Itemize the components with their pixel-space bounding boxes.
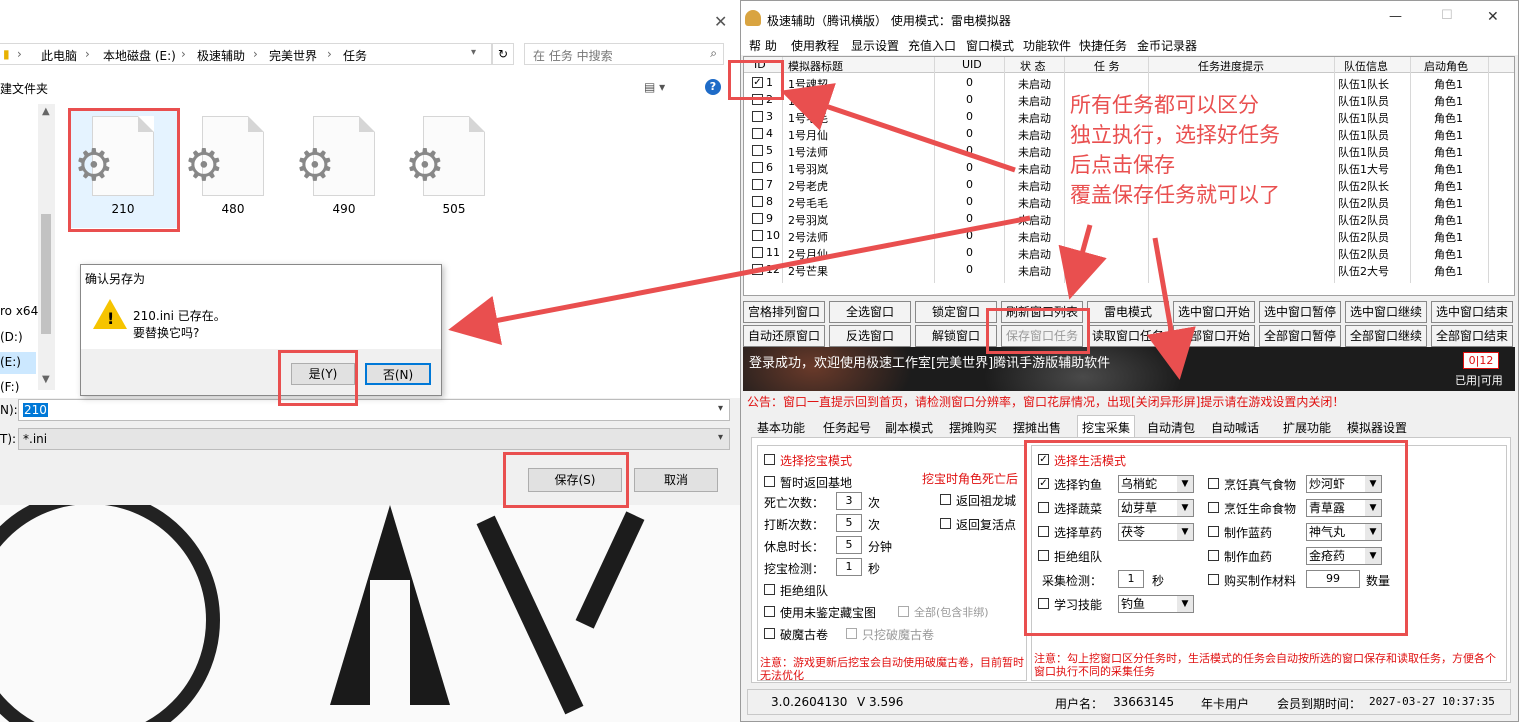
arrow-to-confirm [448, 215, 1031, 345]
arrow-to-checkbox [780, 83, 1016, 173]
annotation-line: 独立执行，选择好任务 [1070, 123, 1280, 147]
annotation-line: 后点击保存 [1070, 153, 1175, 177]
annotation-line: 覆盖保存任务就可以了 [1070, 183, 1280, 207]
annotation-line: 所有任务都可以区分 [1070, 93, 1259, 117]
arrow-to-save-task [1058, 224, 1107, 300]
arrow-to-life [1146, 237, 1196, 380]
annotation-text: 所有任务都可以区分 独立执行，选择好任务 后点击保存 覆盖保存任务就可以了 [1070, 90, 1330, 210]
